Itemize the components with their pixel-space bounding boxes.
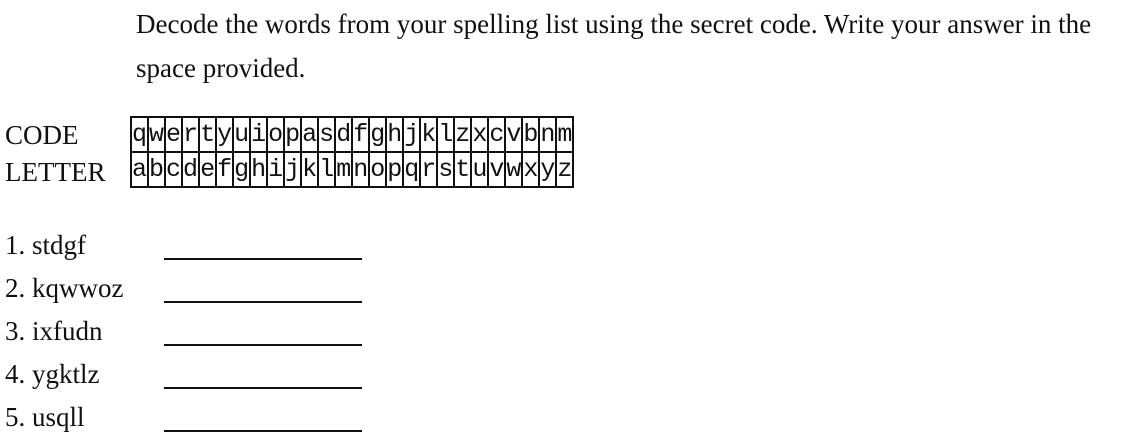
letter-cell: g	[232, 151, 252, 188]
question-list: 1. stdgf 2. kqwwoz 3. ixfudn 4. ygktlz 5. us…	[5, 224, 405, 439]
letter-cell: u	[470, 151, 490, 188]
answer-blank[interactable]	[164, 344, 362, 346]
coded-word: ygktlz	[32, 359, 100, 389]
letter-cell: c	[164, 151, 184, 188]
question-number: 4.	[5, 359, 26, 389]
answer-blank[interactable]	[164, 258, 362, 260]
code-cell: d	[334, 116, 354, 153]
letter-cell: x	[521, 151, 541, 188]
coded-word: usqll	[32, 402, 85, 432]
code-cell: x	[470, 116, 490, 153]
code-cell: z	[453, 116, 473, 153]
question-item: 5. usqll	[5, 396, 405, 439]
letter-cell: n	[351, 151, 371, 188]
code-cell: v	[504, 116, 524, 153]
question-number: 3.	[5, 316, 26, 346]
answer-blank[interactable]	[164, 430, 362, 432]
code-cell: l	[436, 116, 456, 153]
question-number: 1.	[5, 230, 26, 260]
code-cell: c	[487, 116, 507, 153]
code-cell: m	[555, 116, 575, 153]
letter-row: abcdefghijklmnopqrstuvwxyz	[129, 151, 575, 188]
letter-cell: b	[147, 151, 167, 188]
cipher-table: qwertyuiopasdfghjklzxcvbnm abcdefghijklm…	[129, 116, 575, 188]
code-cell: b	[521, 116, 541, 153]
letter-cell: v	[487, 151, 507, 188]
code-cell: q	[129, 116, 150, 153]
code-cell: j	[402, 116, 422, 153]
letter-cell: i	[266, 151, 286, 188]
code-cell: g	[368, 116, 388, 153]
instructions-text: Decode the words from your spelling list…	[136, 9, 1092, 83]
code-row-label: CODE	[5, 120, 79, 150]
code-cell: r	[181, 116, 201, 153]
letter-cell: k	[300, 151, 320, 188]
code-row: qwertyuiopasdfghjklzxcvbnm	[129, 116, 575, 153]
letter-row-label: LETTER	[5, 157, 106, 187]
letter-cell: m	[334, 151, 354, 188]
code-cell: p	[283, 116, 303, 153]
coded-word: kqwwoz	[32, 273, 124, 303]
code-cell: f	[351, 116, 371, 153]
answer-blank[interactable]	[164, 301, 362, 303]
question-item: 2. kqwwoz	[5, 267, 405, 310]
code-cell: o	[266, 116, 286, 153]
letter-cell: l	[317, 151, 337, 188]
question-item: 4. ygktlz	[5, 353, 405, 396]
code-cell: e	[164, 116, 184, 153]
letter-cell: z	[555, 151, 575, 188]
code-cell: y	[215, 116, 235, 153]
code-cell: s	[317, 116, 337, 153]
coded-word: ixfudn	[32, 316, 103, 346]
letter-cell: s	[436, 151, 456, 188]
letter-cell: r	[419, 151, 439, 188]
letter-cell: w	[504, 151, 524, 188]
answer-blank[interactable]	[164, 387, 362, 389]
letter-cell: e	[198, 151, 218, 188]
question-item: 3. ixfudn	[5, 310, 405, 353]
question-item: 1. stdgf	[5, 224, 405, 267]
code-cell: n	[538, 116, 558, 153]
letter-cell: p	[385, 151, 405, 188]
question-number: 2.	[5, 273, 26, 303]
code-cell: w	[147, 116, 167, 153]
letter-cell: j	[283, 151, 303, 188]
letter-cell: q	[402, 151, 422, 188]
letter-cell: o	[368, 151, 388, 188]
code-cell: u	[232, 116, 252, 153]
letter-cell: t	[453, 151, 473, 188]
code-cell: a	[300, 116, 320, 153]
code-cell: t	[198, 116, 218, 153]
question-number: 5.	[5, 402, 26, 432]
letter-cell: h	[249, 151, 269, 188]
letter-cell: f	[215, 151, 235, 188]
letter-cell: y	[538, 151, 558, 188]
code-cell: i	[249, 116, 269, 153]
letter-cell: a	[129, 151, 150, 188]
letter-cell: d	[181, 151, 201, 188]
code-cell: k	[419, 116, 439, 153]
code-cell: h	[385, 116, 405, 153]
coded-word: stdgf	[32, 230, 86, 260]
